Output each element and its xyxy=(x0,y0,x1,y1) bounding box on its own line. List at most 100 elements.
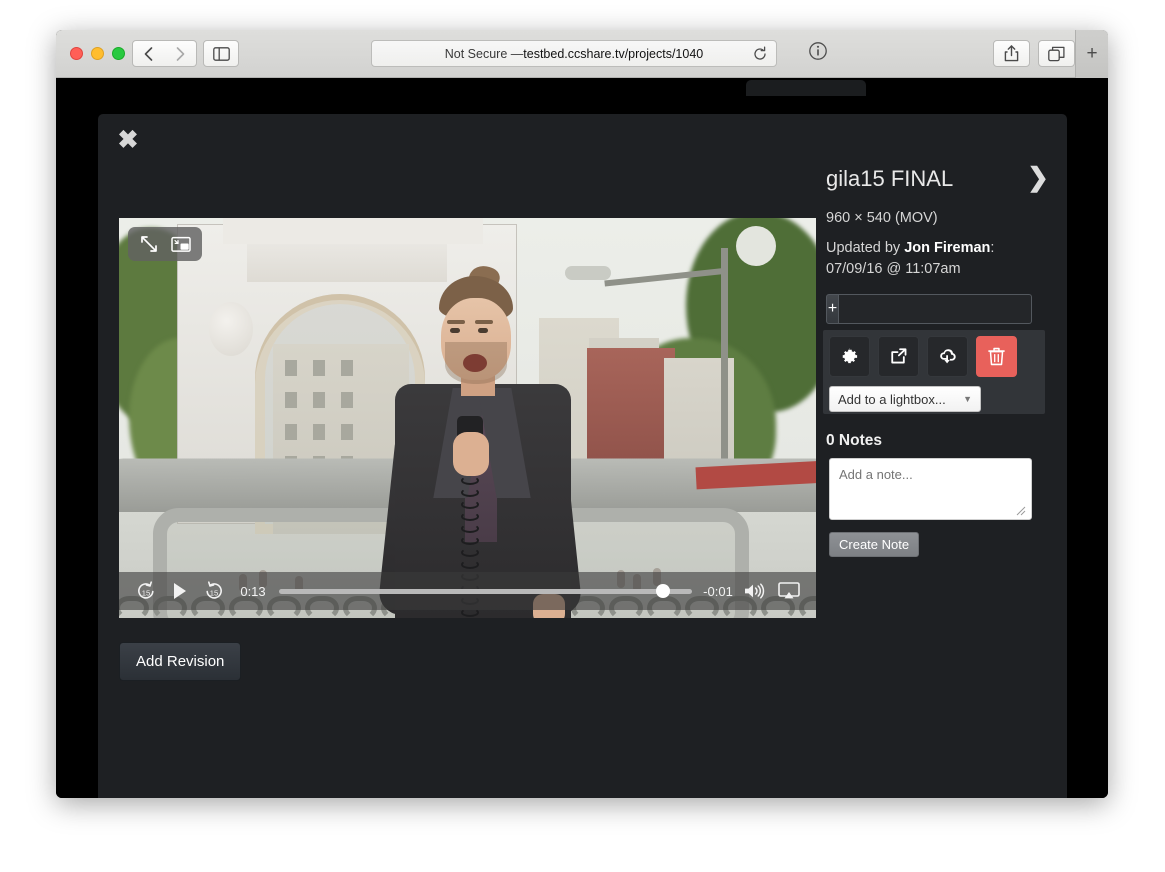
create-note-button[interactable]: Create Note xyxy=(829,532,920,557)
window xyxy=(341,424,353,440)
window-controls xyxy=(70,47,125,60)
skip-forward-15-icon: 15 xyxy=(206,581,222,599)
progress-scrubber[interactable] xyxy=(279,584,692,598)
reload-icon xyxy=(754,46,766,60)
scrubber-knob[interactable] xyxy=(656,584,671,598)
chevron-down-icon: ▼ xyxy=(963,394,972,404)
skip-back-15-button[interactable]: 15 xyxy=(129,574,163,608)
page-background: ✖ 15 15 0:13 -0:01 Add Revision gila15 F… xyxy=(56,78,1108,798)
address-bar-url: testbed.ccshare.tv/projects/1040 xyxy=(523,46,704,61)
settings-button[interactable] xyxy=(829,336,870,377)
volume-high-icon xyxy=(745,583,765,599)
window xyxy=(341,392,353,408)
asset-title: gila15 FINAL xyxy=(826,166,954,191)
video-frame xyxy=(119,218,816,618)
asset-dimensions: 960 × 540 (MOV) xyxy=(826,210,938,226)
note-input[interactable] xyxy=(829,458,1032,520)
sidebar-toggle-icon xyxy=(212,46,230,61)
video-controls-bar: 15 15 0:13 -0:01 xyxy=(119,572,816,610)
picture-in-picture-button[interactable] xyxy=(166,229,196,259)
fullscreen-icon xyxy=(141,236,157,252)
svg-text:15: 15 xyxy=(210,588,218,597)
close-window-button[interactable] xyxy=(70,47,83,60)
window xyxy=(285,424,297,440)
background-panel-edge xyxy=(746,80,866,96)
volume-button[interactable] xyxy=(738,574,772,608)
share-button[interactable] xyxy=(993,40,1030,67)
trash-icon xyxy=(988,347,1005,366)
window xyxy=(313,424,325,440)
address-bar[interactable]: Not Secure — testbed.ccshare.tv/projects… xyxy=(371,40,777,67)
current-time-label: 0:13 xyxy=(240,583,266,599)
notes-heading: 0 Notes xyxy=(826,432,882,449)
svg-text:15: 15 xyxy=(142,588,150,597)
chevron-right-icon xyxy=(176,46,184,61)
updated-user: Jon Fireman xyxy=(904,240,991,256)
hand xyxy=(453,432,489,476)
person-in-video xyxy=(377,262,583,618)
add-to-lightbox-select[interactable]: Add to a lightbox... ▼ xyxy=(829,386,981,412)
address-bar-warning: Not Secure — xyxy=(444,46,524,61)
video-overlay-controls xyxy=(128,227,202,261)
lamp-globe xyxy=(736,226,776,266)
sidebar-toggle-button[interactable] xyxy=(203,40,239,67)
show-tabs-button[interactable] xyxy=(1038,40,1075,67)
fullscreen-button[interactable] xyxy=(134,229,164,259)
airplay-icon xyxy=(778,582,800,599)
maximize-window-button[interactable] xyxy=(112,47,125,60)
arch-medallion xyxy=(209,302,253,356)
play-icon xyxy=(174,583,186,599)
forward-button[interactable] xyxy=(164,40,197,67)
updated-date: 07/09/16 @ 11:07am xyxy=(826,261,961,277)
window xyxy=(313,392,325,408)
download-button[interactable] xyxy=(927,336,968,377)
browser-window: Not Secure — testbed.ccshare.tv/projects… xyxy=(56,30,1108,798)
share-external-icon xyxy=(891,348,907,364)
play-button[interactable] xyxy=(163,574,197,608)
video-player[interactable]: 15 15 0:13 -0:01 xyxy=(119,218,816,618)
asset-action-buttons xyxy=(829,336,1017,377)
tag-input[interactable] xyxy=(839,294,1032,324)
asset-detail-modal: ✖ 15 15 0:13 -0:01 Add Revision gila15 F… xyxy=(98,114,1067,798)
add-to-lightbox-label: Add to a lightbox... xyxy=(838,391,946,407)
lamp-head xyxy=(565,266,611,280)
add-revision-button[interactable]: Add Revision xyxy=(119,642,242,681)
tag-add-row: + xyxy=(826,294,1032,324)
skip-forward-15-button[interactable]: 15 xyxy=(197,574,231,608)
add-tag-button[interactable]: + xyxy=(826,294,839,324)
eye xyxy=(450,328,460,333)
arch-cornice xyxy=(223,218,483,244)
picture-in-picture-icon xyxy=(171,236,191,252)
asset-info-panel: gila15 FINAL ❯ 960 × 540 (MOV) Updated b… xyxy=(823,114,1067,798)
minimize-window-button[interactable] xyxy=(91,47,104,60)
window xyxy=(341,360,353,376)
skip-back-15-icon: 15 xyxy=(138,581,154,599)
gear-icon xyxy=(842,347,858,364)
share-icon xyxy=(1004,45,1019,62)
eyebrow xyxy=(475,320,493,324)
eye xyxy=(478,328,488,333)
close-modal-button[interactable]: ✖ xyxy=(110,122,146,158)
asset-updated-info: Updated by Jon Fireman: 07/09/16 @ 11:07… xyxy=(826,238,994,280)
share-button[interactable] xyxy=(878,336,919,377)
mouth xyxy=(463,354,487,372)
show-tabs-icon xyxy=(1048,46,1065,61)
remaining-time-label: -0:01 xyxy=(703,583,733,599)
chevron-left-icon xyxy=(144,46,153,61)
info-icon xyxy=(809,42,827,60)
browser-titlebar: Not Secure — testbed.ccshare.tv/projects… xyxy=(56,30,1108,78)
download-cloud-icon xyxy=(939,349,956,364)
updated-prefix: Updated by xyxy=(826,240,905,256)
window xyxy=(285,360,297,376)
delete-button[interactable] xyxy=(976,336,1017,377)
next-asset-button[interactable]: ❯ xyxy=(1023,162,1053,192)
window xyxy=(313,360,325,376)
back-button[interactable] xyxy=(132,40,165,67)
airplay-button[interactable] xyxy=(772,574,806,608)
updated-suffix: : xyxy=(990,240,995,256)
new-tab-button[interactable]: + xyxy=(1075,30,1108,78)
page-info-button[interactable] xyxy=(808,41,828,61)
window xyxy=(285,392,297,408)
eyebrow xyxy=(447,320,465,324)
reload-button[interactable] xyxy=(752,46,768,62)
